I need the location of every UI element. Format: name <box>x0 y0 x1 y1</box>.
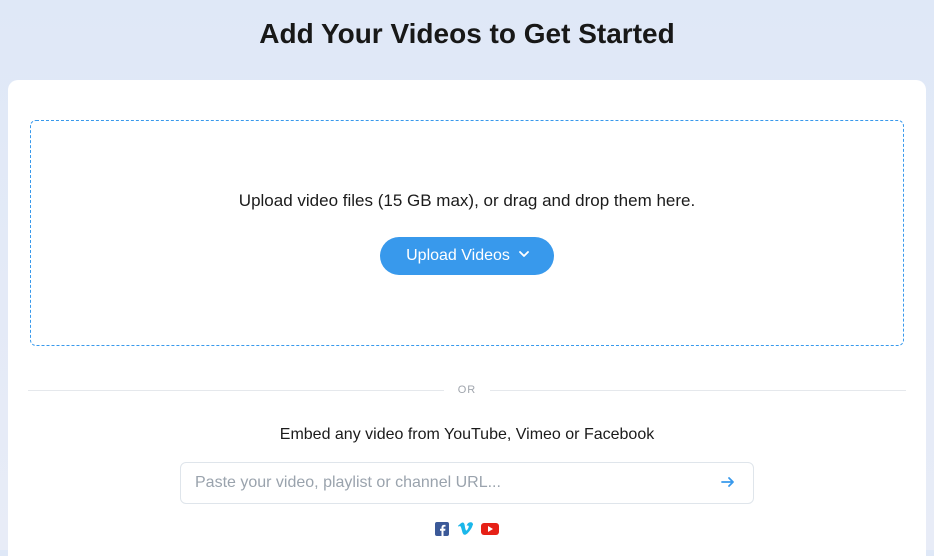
embed-instruction: Embed any video from YouTube, Vimeo or F… <box>28 426 906 444</box>
submit-url-button[interactable] <box>708 462 748 504</box>
vimeo-icon <box>457 522 473 536</box>
divider-label: OR <box>444 384 491 396</box>
arrow-right-icon <box>718 472 738 495</box>
upload-videos-button[interactable]: Upload Videos <box>380 237 554 275</box>
video-url-input[interactable] <box>180 462 754 504</box>
youtube-icon <box>481 522 499 536</box>
dropzone-instruction: Upload video files (15 GB max), or drag … <box>51 191 883 211</box>
chevron-down-icon <box>518 247 530 265</box>
embed-section: Embed any video from YouTube, Vimeo or F… <box>28 426 906 536</box>
upload-dropzone[interactable]: Upload video files (15 GB max), or drag … <box>30 120 904 346</box>
page-title: Add Your Videos to Get Started <box>0 0 934 80</box>
upload-card: Upload video files (15 GB max), or drag … <box>8 80 926 556</box>
brand-icons-row <box>28 522 906 536</box>
upload-button-label: Upload Videos <box>406 247 510 265</box>
facebook-icon <box>435 522 449 536</box>
section-divider: OR <box>28 384 906 396</box>
